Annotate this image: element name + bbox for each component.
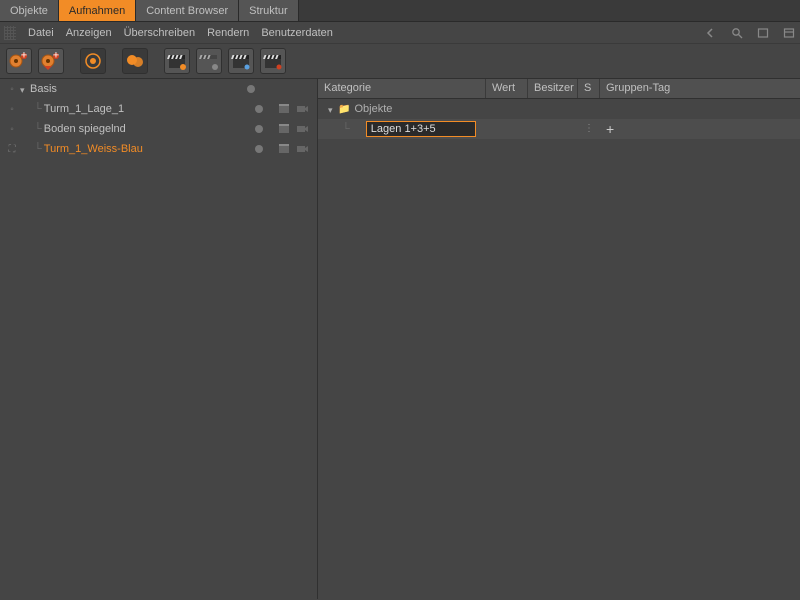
camera-icon[interactable] [295, 122, 309, 136]
drag-dots-icon[interactable]: ⋮ [584, 127, 594, 131]
svg-text:+: + [21, 50, 27, 62]
overrides-panel: Kategorie Wert Besitzer S Gruppen-Tag ▾ … [318, 79, 800, 599]
render-settings-icon[interactable] [277, 102, 291, 116]
menu-anzeigen[interactable]: Anzeigen [66, 27, 112, 39]
header-s[interactable]: S [578, 79, 600, 98]
viewport-vis-icon[interactable]: ◦ [4, 81, 20, 97]
header-gruppen-tag[interactable]: Gruppen-Tag [600, 79, 800, 98]
clapper-2-button[interactable] [196, 48, 222, 74]
svg-text:+: + [53, 50, 59, 62]
override-row-editing[interactable]: └ ⋮ + [318, 119, 800, 139]
top-tab-aufnahmen[interactable]: Aufnahmen [59, 0, 136, 21]
marker-dot-icon[interactable] [255, 105, 263, 113]
category-label: Objekte [354, 103, 392, 115]
viewport-vis-icon[interactable]: ◦ [4, 101, 20, 117]
header-besitzer[interactable]: Besitzer [528, 79, 578, 98]
clapper-1-button[interactable] [164, 48, 190, 74]
header-kategorie[interactable]: Kategorie [318, 79, 486, 98]
render-settings-icon[interactable] [277, 142, 291, 156]
search-icon[interactable] [730, 26, 744, 40]
disclosure-icon[interactable]: ▾ [20, 85, 28, 93]
camera-icon[interactable] [295, 142, 309, 156]
group-name-input[interactable] [366, 121, 476, 137]
new-child-take-button[interactable]: + [38, 48, 64, 74]
top-tab-content-browser[interactable]: Content Browser [136, 0, 239, 21]
menu-ueberschreiben[interactable]: Überschreiben [124, 27, 196, 39]
tree-label: Boden spiegelnd [44, 123, 126, 135]
drag-handle-icon[interactable] [4, 26, 16, 40]
content-area: ◦ ▾ Basis ◦ └ Turm_1_Lage_1 ◦ └ Boden sp… [0, 79, 800, 599]
viewport-vis-icon[interactable]: ◦ [4, 121, 20, 137]
tree-row-basis[interactable]: ◦ ▾ Basis [0, 79, 317, 99]
menu-rendern[interactable]: Rendern [207, 27, 249, 39]
window-mode-icon[interactable] [756, 26, 770, 40]
takes-tree-panel: ◦ ▾ Basis ◦ └ Turm_1_Lage_1 ◦ └ Boden sp… [0, 79, 318, 599]
column-headers: Kategorie Wert Besitzer S Gruppen-Tag [318, 79, 800, 99]
top-tab-objekte[interactable]: Objekte [0, 0, 59, 21]
top-tab-struktur[interactable]: Struktur [239, 0, 299, 21]
add-tag-button[interactable]: + [606, 121, 614, 137]
tree-label: Basis [30, 83, 57, 95]
header-wert[interactable]: Wert [486, 79, 528, 98]
tree-row[interactable]: ◦ └ Turm_1_Lage_1 [0, 99, 317, 119]
overrides-body: ▾ 📁 Objekte └ ⋮ + [318, 99, 800, 599]
tree-row[interactable]: ◦ └ Boden spiegelnd [0, 119, 317, 139]
menu-bar: Datei Anzeigen Überschreiben Rendern Ben… [0, 22, 800, 44]
marker-dot-icon[interactable] [255, 125, 263, 133]
lock-overrides-button[interactable] [122, 48, 148, 74]
back-arrow-icon[interactable] [704, 26, 718, 40]
tree-label: Turm_1_Weiss-Blau [44, 143, 143, 155]
clapper-4-button[interactable] [260, 48, 286, 74]
tree-row-selected[interactable]: ⛶ └ Turm_1_Weiss-Blau [0, 139, 317, 159]
auto-take-button[interactable] [80, 48, 106, 74]
folder-icon: 📁 [338, 104, 350, 115]
disclosure-icon[interactable]: ▾ [328, 105, 336, 113]
marker-dot-icon[interactable] [255, 145, 263, 153]
toolbar: + + [0, 44, 800, 79]
camera-icon[interactable] [295, 102, 309, 116]
clapper-3-button[interactable] [228, 48, 254, 74]
override-row-objekte[interactable]: ▾ 📁 Objekte [318, 99, 800, 119]
marker-dot-icon[interactable] [247, 85, 255, 93]
render-settings-icon[interactable] [277, 122, 291, 136]
top-tab-bar: Objekte Aufnahmen Content Browser Strukt… [0, 0, 800, 22]
new-take-button[interactable]: + [6, 48, 32, 74]
menu-datei[interactable]: Datei [28, 27, 54, 39]
tree-label: Turm_1_Lage_1 [44, 103, 124, 115]
menu-benutzerdaten[interactable]: Benutzerdaten [261, 27, 333, 39]
viewport-vis-icon[interactable]: ⛶ [4, 141, 20, 157]
panel-layout-icon[interactable] [782, 26, 796, 40]
